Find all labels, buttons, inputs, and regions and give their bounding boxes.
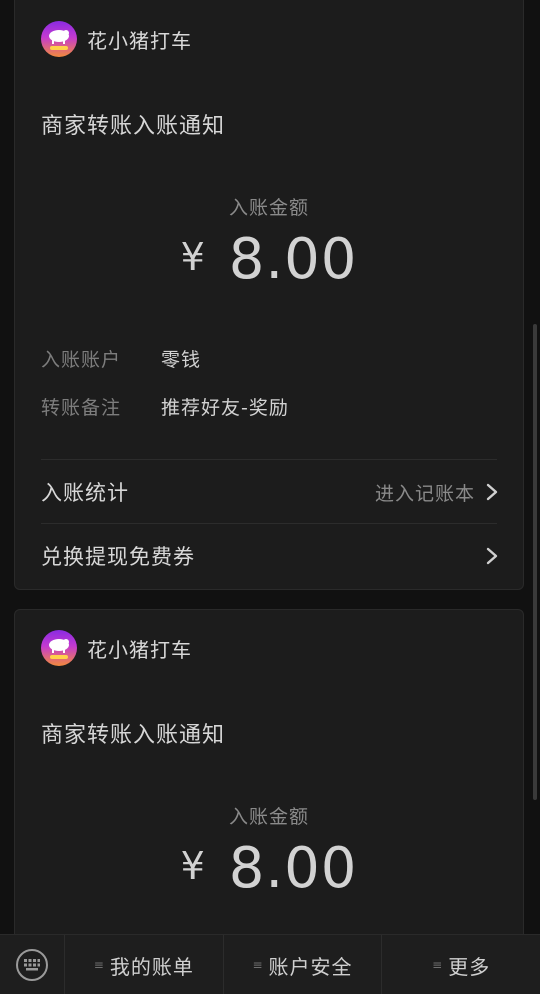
income-stats-link[interactable]: 入账统计 进入记账本 [41, 460, 499, 524]
menu-item-my-bills[interactable]: ≡ 我的账单 [64, 935, 223, 994]
amount-label: 入账金额 [228, 197, 309, 219]
link-hint: 进入记账本 [374, 482, 475, 505]
menu-item-label: 我的账单 [109, 954, 194, 979]
chat-page: 花小猪打车 商家转账入账通知 入账金额 ¥8.00 入账账户 零钱 转账备注 推… [0, 0, 540, 994]
merchant-header[interactable]: 花小猪打车 [41, 21, 192, 57]
amount-display: ¥8.00 [15, 836, 523, 901]
redeem-coupon-link[interactable]: 兑换提现免费券 [41, 524, 499, 588]
amount-display: ¥8.00 [15, 227, 523, 292]
currency-symbol: ¥ [180, 844, 205, 888]
chevron-right-icon [486, 547, 498, 565]
notification-title: 商家转账入账通知 [41, 723, 226, 748]
detail-row-remark: 转账备注 推荐好友-奖励 [41, 393, 289, 420]
notification-title: 商家转账入账通知 [41, 114, 226, 139]
amount-label: 入账金额 [228, 806, 309, 828]
menu-item-label: 账户安全 [268, 954, 353, 979]
merchant-header[interactable]: 花小猪打车 [41, 630, 192, 666]
menu-item-label: 更多 [448, 954, 491, 979]
amount-value: 8.00 [228, 836, 358, 901]
merchant-name: 花小猪打车 [87, 637, 192, 662]
merchant-logo-icon [41, 21, 77, 57]
amount-value: 8.00 [228, 227, 358, 292]
merchant-logo-icon [41, 630, 77, 666]
menu-icon: ≡ [432, 958, 444, 972]
menu-icon: ≡ [252, 958, 264, 972]
chevron-right-icon [486, 483, 498, 501]
bottom-menu-bar: ≡ 我的账单 ≡ 账户安全 ≡ 更多 [0, 934, 540, 994]
menu-item-account-security[interactable]: ≡ 账户安全 [222, 935, 382, 994]
detail-key: 转账备注 [41, 397, 122, 419]
link-label: 入账统计 [41, 481, 129, 505]
menu-icon: ≡ [93, 958, 105, 972]
detail-key: 入账账户 [41, 349, 122, 371]
keyboard-toggle-button[interactable] [0, 935, 64, 994]
keyboard-icon [16, 949, 48, 981]
menu-item-more[interactable]: ≡ 更多 [381, 935, 540, 994]
merchant-name: 花小猪打车 [87, 28, 192, 53]
scrollbar[interactable] [533, 324, 537, 800]
currency-symbol: ¥ [180, 235, 205, 279]
link-label: 兑换提现免费券 [41, 545, 195, 569]
transfer-notification-card[interactable]: 花小猪打车 商家转账入账通知 入账金额 ¥8.00 入账账户 零钱 转账备注 推… [14, 0, 524, 590]
detail-value: 零钱 [161, 349, 202, 371]
detail-value: 推荐好友-奖励 [161, 397, 289, 419]
detail-row-account: 入账账户 零钱 [41, 345, 201, 372]
